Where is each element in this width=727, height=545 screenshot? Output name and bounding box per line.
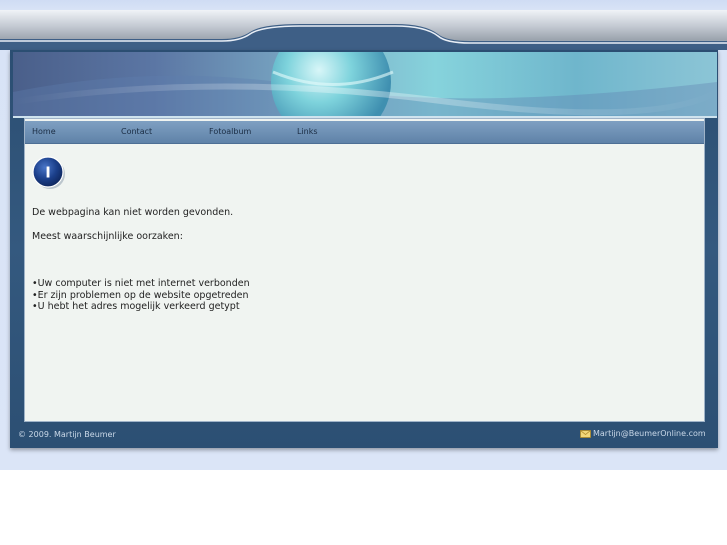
nav-contact-link[interactable]: Contact bbox=[121, 127, 152, 136]
info-icon: I bbox=[32, 156, 65, 189]
error-title: De webpagina kan niet worden gevonden. bbox=[32, 207, 234, 218]
footer-copyright: © 2009. Martijn Beumer bbox=[18, 430, 116, 439]
top-decorative-bar bbox=[0, 10, 727, 50]
content-panel: Home Contact Fotoalbum Links I De webpag… bbox=[24, 118, 705, 422]
cause-item: •Er zijn problemen op de website opgetre… bbox=[32, 290, 249, 301]
nav-fotoalbum-link[interactable]: Fotoalbum bbox=[209, 127, 251, 136]
nav-links-link[interactable]: Links bbox=[297, 127, 318, 136]
email-link[interactable]: Martijn@BeumerOnline.com bbox=[593, 429, 706, 438]
cause-item: •Uw computer is niet met internet verbon… bbox=[32, 278, 250, 289]
header-banner bbox=[13, 52, 717, 118]
svg-text:I: I bbox=[45, 164, 51, 182]
causes-heading: Meest waarschijnlijke oorzaken: bbox=[32, 231, 183, 242]
nav-home-link[interactable]: Home bbox=[32, 127, 56, 136]
footer-email[interactable]: Martijn@BeumerOnline.com bbox=[580, 429, 706, 438]
cause-item: •U hebt het adres mogelijk verkeerd gety… bbox=[32, 301, 240, 312]
navigation-bar: Home Contact Fotoalbum Links bbox=[25, 121, 704, 144]
envelope-icon bbox=[580, 429, 591, 438]
